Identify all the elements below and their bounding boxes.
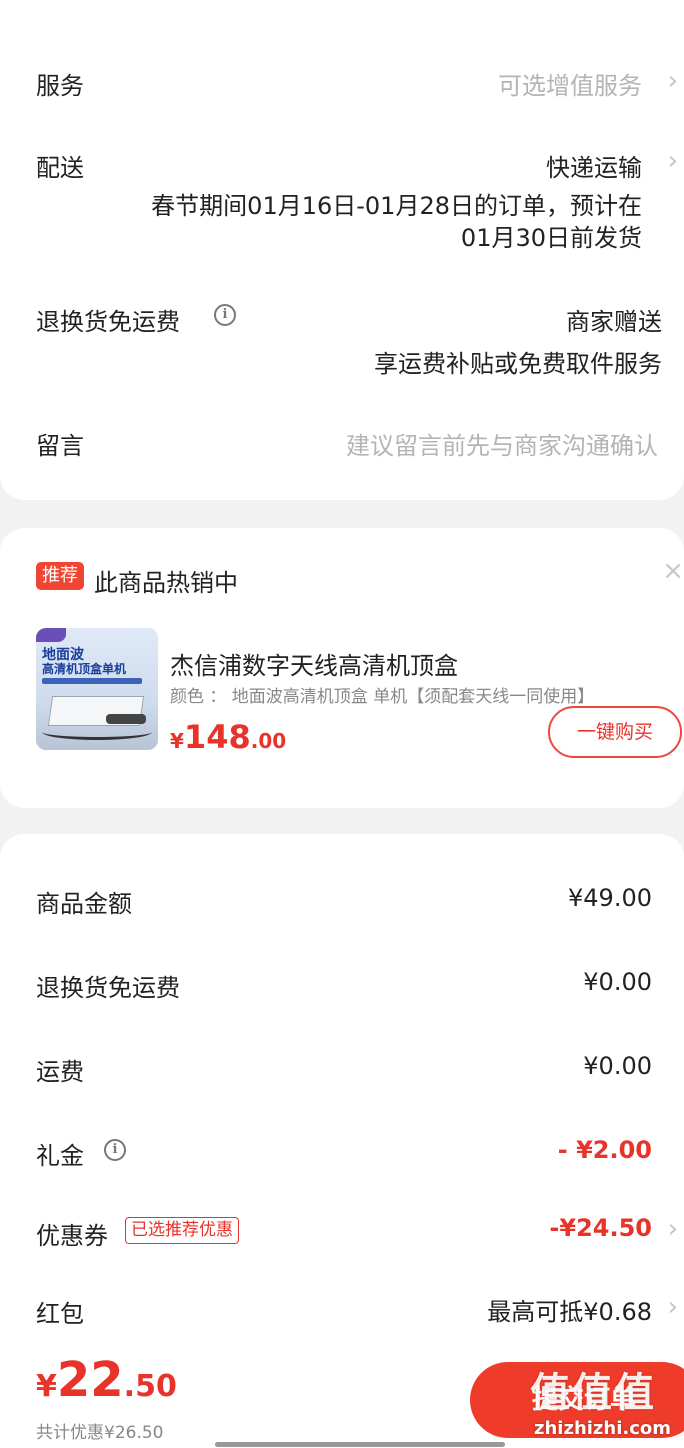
delivery-note-line2: 01月30日前发货: [460, 224, 642, 252]
return-fee-value: ¥0.00: [583, 968, 652, 996]
delivery-value[interactable]: 快递运输: [546, 148, 642, 183]
goods-amount-value: ¥49.00: [568, 884, 652, 912]
product-name[interactable]: 杰信浦数字天线高清机顶盒: [170, 646, 458, 681]
total-discount: 共计优惠¥26.50: [36, 1423, 164, 1443]
return-shipping-value: 商家赠送: [566, 308, 662, 336]
watermark-logo: 值值值: [530, 1370, 656, 1416]
product-price-dec: .00: [250, 729, 287, 753]
delivery-note-line1: 春节期间01月16日-01月28日的订单，预计在: [151, 192, 642, 220]
coupon-selected-tag: 已选推荐优惠: [125, 1217, 239, 1244]
service-chevron-icon[interactable]: ›: [668, 66, 678, 96]
return-fee-label: 退换货免运费: [36, 974, 180, 1002]
shipping-label: 运费: [36, 1058, 84, 1086]
return-shipping-label: 退换货免运费: [36, 308, 180, 336]
watermark-site: zhizhizhi.com: [534, 1418, 672, 1439]
gift-info-icon[interactable]: i: [104, 1139, 126, 1161]
service-value[interactable]: 可选增值服务: [498, 66, 642, 101]
message-label: 留言: [36, 432, 84, 460]
gift-label: 礼金: [36, 1142, 84, 1170]
one-click-buy-button[interactable]: 一键购买: [548, 706, 682, 758]
delivery-chevron-icon[interactable]: ›: [668, 146, 678, 176]
thumb-banner: [42, 678, 142, 684]
home-indicator[interactable]: [215, 1442, 505, 1447]
total-dec: .50: [123, 1369, 177, 1404]
coupon-chevron-icon[interactable]: ›: [668, 1214, 678, 1244]
total-int: 22: [56, 1352, 124, 1408]
product-price-int: 148: [183, 718, 251, 756]
total-price: ¥22.50: [36, 1352, 177, 1408]
brand-logo-icon: [36, 628, 66, 642]
watermark: 值值值 zhizhizhi.com: [520, 1360, 684, 1448]
goods-amount-label: 商品金额: [36, 890, 132, 918]
red-packet-value[interactable]: 最高可抵¥0.68: [487, 1292, 652, 1327]
return-shipping-info-icon[interactable]: i: [214, 304, 236, 326]
shipping-value: ¥0.00: [583, 1052, 652, 1080]
delivery-label: 配送: [36, 154, 84, 182]
return-shipping-note: 享运费补贴或免费取件服务: [374, 350, 662, 378]
service-label: 服务: [36, 72, 84, 100]
product-spec: 颜色 ： 地面波高清机顶盒 单机【须配套天线一同使用】: [170, 687, 595, 707]
gift-value: - ¥2.00: [557, 1136, 652, 1164]
recommend-title: 此商品热销中: [94, 569, 238, 597]
cable-image: [42, 724, 152, 740]
recommend-badge: 推荐: [36, 562, 84, 590]
product-price: ¥148.00: [170, 718, 286, 756]
total-currency: ¥: [36, 1369, 57, 1404]
product-price-symbol: ¥: [170, 729, 184, 753]
red-packet-label: 红包: [36, 1300, 84, 1328]
message-input[interactable]: 建议留言前先与商家沟通确认: [346, 426, 658, 461]
product-thumbnail[interactable]: 地面波 高清机顶盒单机: [36, 628, 158, 750]
coupon-label: 优惠券: [36, 1222, 108, 1250]
remote-image: [106, 714, 146, 724]
close-icon[interactable]: ×: [662, 556, 684, 586]
coupon-value[interactable]: -¥24.50: [549, 1214, 652, 1242]
thumb-text-line2: 高清机顶盒单机: [42, 662, 127, 676]
red-packet-chevron-icon[interactable]: ›: [668, 1292, 678, 1322]
